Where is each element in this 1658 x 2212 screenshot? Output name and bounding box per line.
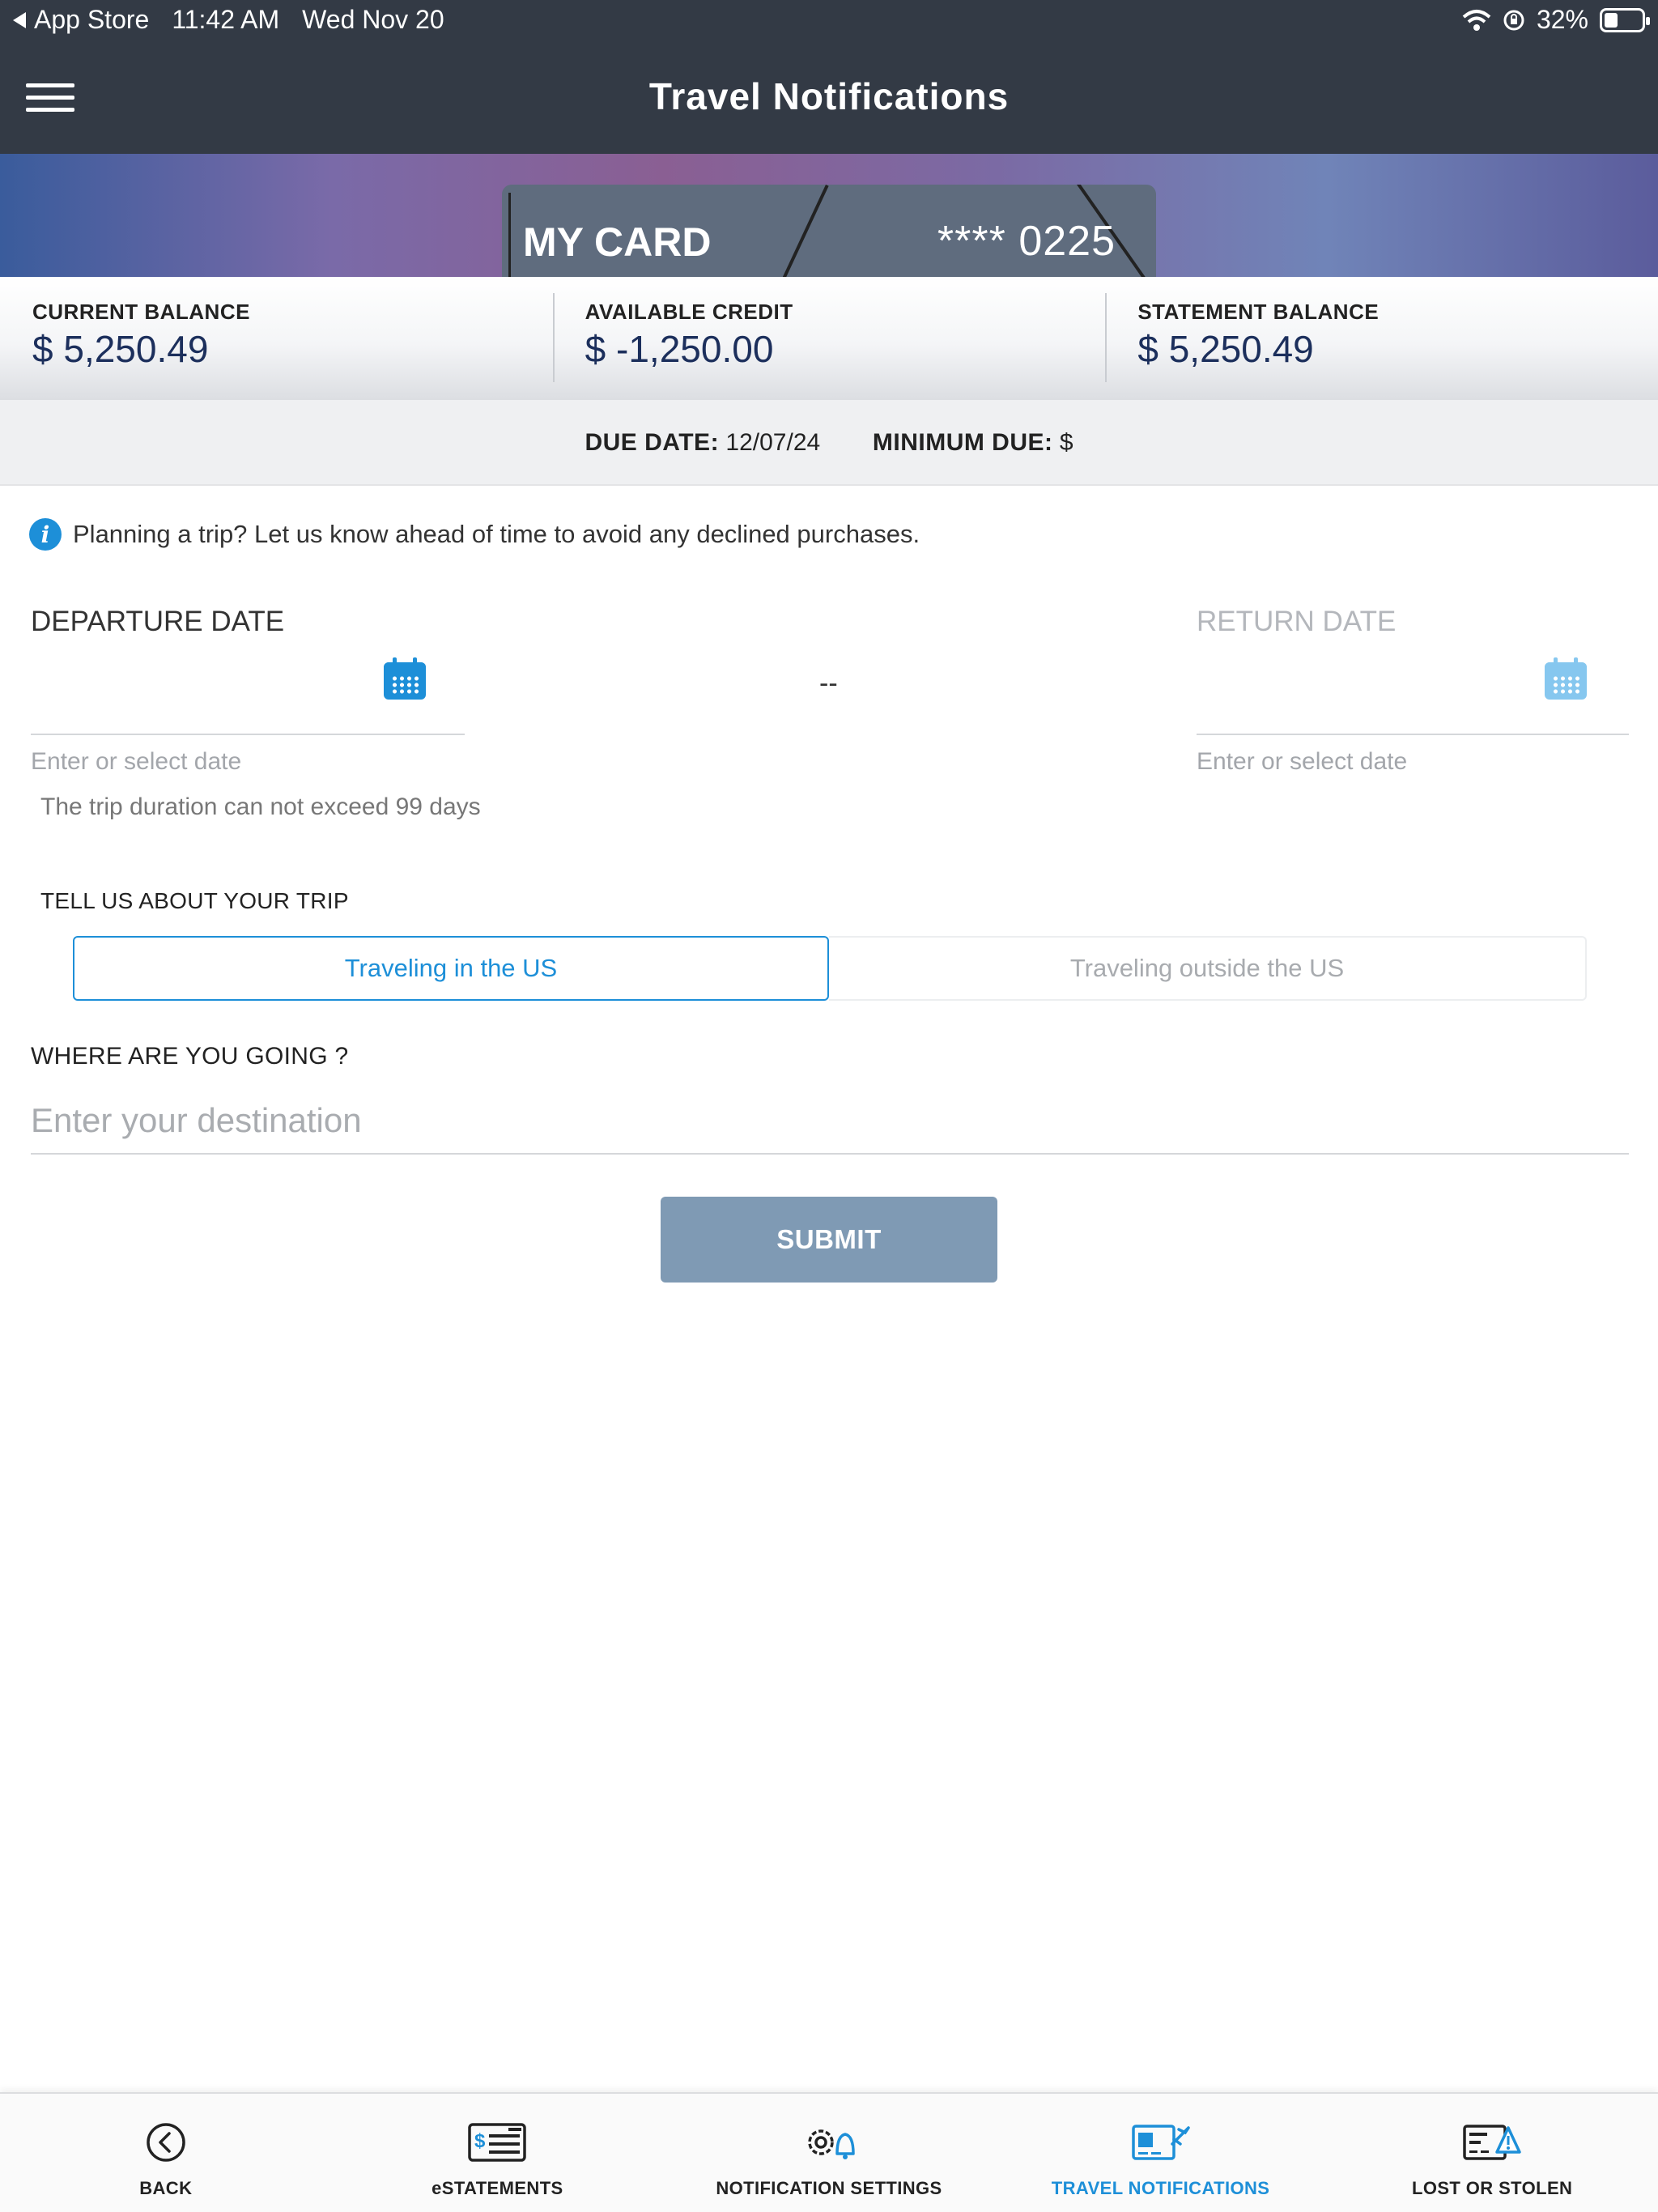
return-date-hint: Enter or select date — [1197, 748, 1408, 775]
card-banner: MY CARD **** 0225 — [0, 154, 1658, 277]
current-balance-value: $ 5,250.49 — [32, 328, 209, 370]
orientation-lock-icon — [1503, 10, 1524, 30]
due-info-strip: DUE DATE: 12/07/24 MINIMUM DUE: $ — [0, 400, 1658, 486]
destination-label: WHERE ARE YOU GOING ? — [31, 1043, 349, 1070]
page-title: Travel Notifications — [648, 75, 1010, 117]
available-credit-value: $ -1,250.00 — [585, 328, 774, 370]
battery-percent: 32% — [1536, 5, 1588, 34]
tab-travel-notifications-label: TRAVEL NOTIFICATIONS — [1051, 2178, 1270, 2198]
trip-duration-note: The trip duration can not exceed 99 days — [40, 793, 481, 820]
minimum-due-value: $ — [1059, 429, 1073, 456]
gear-bell-icon — [808, 2129, 855, 2159]
destination-input[interactable] — [31, 1088, 1629, 1155]
info-message: i Planning a trip? Let us know ahead of … — [29, 518, 920, 551]
tab-notification-settings-label: NOTIFICATION SETTINGS — [716, 2178, 942, 2198]
status-time: 11:42 AM — [172, 5, 280, 34]
card-name: MY CARD — [523, 219, 712, 265]
statement-icon: $ — [468, 2123, 527, 2162]
tab-lost-or-stolen[interactable]: LOST OR STOLEN — [1326, 2094, 1658, 2212]
card-number: **** 0225 — [937, 218, 1116, 265]
info-text: Planning a trip? Let us know ahead of ti… — [73, 520, 920, 548]
wifi-icon — [1462, 9, 1491, 31]
card-plane-icon — [1131, 2125, 1190, 2160]
departure-date-label: DEPARTURE DATE — [31, 606, 285, 637]
current-balance: CURRENT BALANCE $ 5,250.49 — [0, 277, 553, 400]
submit-button[interactable]: SUBMIT — [661, 1197, 997, 1283]
return-calendar-icon[interactable] — [1545, 657, 1587, 700]
minimum-due-label: MINIMUM DUE: — [872, 429, 1053, 456]
date-separator: -- — [819, 668, 838, 699]
info-icon: i — [29, 518, 62, 551]
back-arrow-icon — [13, 11, 26, 28]
trip-type-label: TELL US ABOUT YOUR TRIP — [40, 888, 349, 913]
card-image[interactable]: MY CARD **** 0225 — [502, 185, 1156, 277]
due-date-label: DUE DATE: — [585, 429, 720, 456]
battery-icon — [1600, 7, 1650, 32]
tab-lost-or-stolen-label: LOST OR STOLEN — [1412, 2178, 1573, 2198]
statement-balance-value: $ 5,250.49 — [1137, 328, 1314, 370]
back-circle-icon — [147, 2123, 185, 2162]
current-balance-label: CURRENT BALANCE — [32, 300, 250, 324]
status-date: Wed Nov 20 — [302, 5, 444, 34]
return-date-label: RETURN DATE — [1197, 606, 1397, 637]
tab-estatements-label: eSTATEMENTS — [432, 2178, 563, 2198]
bottom-tab-bar: BACK $ eSTATEMENTS NOTIFICATION SETTINGS — [0, 2092, 1658, 2212]
traveling-outside-us-option[interactable]: Traveling outside the US — [829, 936, 1587, 1001]
status-bar: App Store 11:42 AM Wed Nov 20 32% — [0, 0, 1658, 40]
balance-summary: CURRENT BALANCE $ 5,250.49 AVAILABLE CRE… — [0, 277, 1658, 400]
card-warning-icon — [1463, 2125, 1521, 2160]
tab-back[interactable]: BACK — [0, 2094, 332, 2212]
traveling-in-us-option[interactable]: Traveling in the US — [73, 936, 829, 1001]
tab-notification-settings[interactable]: NOTIFICATION SETTINGS — [663, 2094, 995, 2212]
departure-date-hint: Enter or select date — [31, 748, 242, 775]
available-credit-label: AVAILABLE CREDIT — [585, 300, 793, 324]
statement-balance-label: STATEMENT BALANCE — [1137, 300, 1380, 324]
tab-travel-notifications[interactable]: TRAVEL NOTIFICATIONS — [995, 2094, 1327, 2212]
statement-balance: STATEMENT BALANCE $ 5,250.49 — [1105, 277, 1658, 400]
app-header: App Store 11:42 AM Wed Nov 20 32% Travel… — [0, 0, 1658, 154]
available-credit: AVAILABLE CREDIT $ -1,250.00 — [552, 277, 1106, 400]
departure-calendar-icon[interactable] — [384, 657, 426, 700]
tab-back-label: BACK — [139, 2178, 193, 2198]
svg-text:$: $ — [474, 2130, 486, 2152]
due-date-value: 12/07/24 — [725, 429, 821, 456]
tab-estatements[interactable]: $ eSTATEMENTS — [332, 2094, 664, 2212]
back-to-app-link[interactable]: App Store — [13, 5, 149, 35]
